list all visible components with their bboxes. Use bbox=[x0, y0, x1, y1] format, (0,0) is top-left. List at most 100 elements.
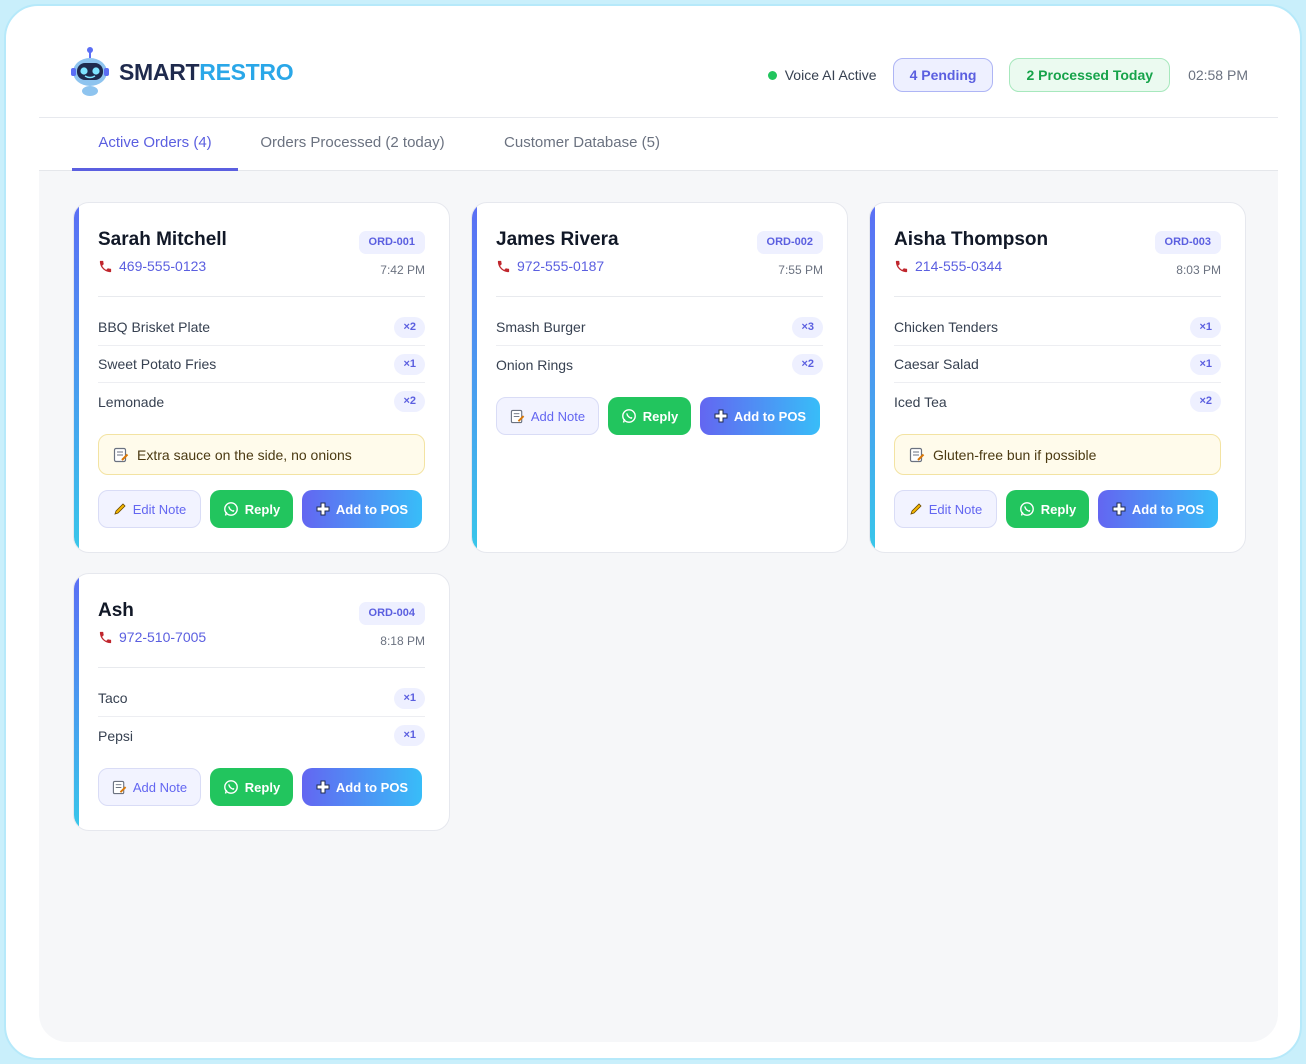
brand-name: SMARTRESTRO bbox=[119, 58, 294, 86]
item-qty: ×1 bbox=[1190, 316, 1221, 338]
edit-note-button[interactable]: Edit Note bbox=[98, 490, 201, 528]
top-header: SMARTRESTRO Voice AI Active 4 Pending 2 … bbox=[39, 26, 1278, 118]
item-qty: ×2 bbox=[394, 391, 425, 412]
plus-icon bbox=[714, 409, 728, 423]
current-time: 02:58 PM bbox=[1188, 67, 1248, 83]
plus-icon bbox=[1112, 502, 1126, 516]
order-items: Chicken Tenders ×1 Caesar Salad ×1 Iced Te… bbox=[894, 309, 1221, 420]
order-item: Sweet Potato Fries ×1 bbox=[98, 346, 425, 383]
note-icon bbox=[909, 447, 925, 463]
tab-bar: Active Orders (4) Orders Processed (2 to… bbox=[39, 118, 1278, 171]
order-card: Ash 972-510-7005 ORD-004 8:18 PM Taco ×1 … bbox=[73, 573, 450, 831]
item-qty: ×1 bbox=[394, 353, 425, 375]
item-name: Pepsi bbox=[98, 727, 134, 744]
app-window: SMARTRESTRO Voice AI Active 4 Pending 2 … bbox=[39, 26, 1278, 1042]
add-note-button[interactable]: Add Note bbox=[496, 397, 599, 435]
add-to-pos-button[interactable]: Add to POS bbox=[1098, 490, 1218, 528]
card-divider bbox=[98, 667, 425, 668]
order-items: BBQ Brisket Plate ×2 Sweet Potato Fries ×1… bbox=[98, 309, 425, 420]
item-name: Smash Burger bbox=[496, 319, 586, 335]
phone-number: 972-510-7005 bbox=[119, 629, 207, 645]
item-name: BBQ Brisket Plate bbox=[98, 319, 211, 335]
item-name: Chicken Tenders bbox=[894, 319, 999, 335]
whatsapp-icon bbox=[1019, 501, 1035, 517]
item-name: Caesar Salad bbox=[894, 356, 979, 372]
customer-phone[interactable]: 972-555-0187 bbox=[496, 258, 604, 274]
item-name: Sweet Potato Fries bbox=[98, 356, 217, 372]
customer-phone[interactable]: 214-555-0344 bbox=[894, 258, 1002, 274]
order-item: Lemonade ×2 bbox=[98, 383, 425, 420]
item-name: Iced Tea bbox=[894, 393, 947, 410]
order-item: Caesar Salad ×1 bbox=[894, 346, 1221, 383]
card-divider bbox=[496, 296, 823, 297]
item-qty: ×3 bbox=[792, 316, 823, 338]
note-icon bbox=[113, 447, 129, 463]
reply-button[interactable]: Reply bbox=[608, 397, 691, 435]
order-card: Aisha Thompson 214-555-0344 ORD-003 8:03… bbox=[869, 202, 1246, 553]
card-actions: Add Note Reply Add to POS bbox=[496, 397, 820, 435]
reply-label: Reply bbox=[244, 779, 281, 795]
customer-name: James Rivera bbox=[496, 229, 619, 250]
item-name: Lemonade bbox=[98, 393, 165, 410]
add-to-pos-label: Add to POS bbox=[733, 408, 807, 424]
phone-icon bbox=[496, 259, 511, 274]
customer-phone[interactable]: 469-555-0123 bbox=[98, 258, 206, 274]
card-divider bbox=[98, 296, 425, 297]
order-card: James Rivera 972-555-0187 ORD-002 7:55 P… bbox=[471, 202, 848, 553]
add-to-pos-button[interactable]: Add to POS bbox=[302, 768, 422, 806]
card-actions: Edit Note Reply Add to POS bbox=[98, 490, 422, 528]
tab-active-orders[interactable]: Active Orders (4) bbox=[72, 118, 238, 171]
item-qty: ×2 bbox=[792, 354, 823, 375]
edit-note-label: Edit Note bbox=[132, 501, 187, 517]
customer-name: Sarah Mitchell bbox=[98, 229, 227, 250]
order-note: Gluten-free bun if possible bbox=[894, 434, 1221, 475]
phone-icon bbox=[98, 630, 113, 645]
voice-ai-status: Voice AI Active bbox=[767, 67, 877, 83]
order-item: Smash Burger ×3 bbox=[496, 309, 823, 346]
order-time: 7:55 PM bbox=[778, 263, 823, 277]
order-item: BBQ Brisket Plate ×2 bbox=[98, 309, 425, 346]
add-note-button[interactable]: Add Note bbox=[98, 768, 201, 806]
reply-button[interactable]: Reply bbox=[210, 490, 293, 528]
brand-name-part1: SMART bbox=[119, 58, 200, 85]
item-name: Taco bbox=[98, 690, 128, 706]
item-qty: ×2 bbox=[394, 316, 425, 338]
reply-label: Reply bbox=[642, 408, 679, 424]
order-id-badge: ORD-004 bbox=[358, 602, 425, 625]
voice-ai-status-label: Voice AI Active bbox=[784, 67, 877, 83]
reply-label: Reply bbox=[1040, 501, 1077, 517]
tab-orders-processed[interactable]: Orders Processed (2 today) bbox=[251, 118, 454, 171]
customer-name: Ash bbox=[98, 600, 134, 621]
order-time: 8:03 PM bbox=[1176, 263, 1221, 277]
reply-button[interactable]: Reply bbox=[1006, 490, 1089, 528]
order-time: 8:18 PM bbox=[380, 634, 425, 648]
item-qty: ×1 bbox=[394, 725, 425, 746]
pencil-icon bbox=[113, 502, 127, 516]
order-item: Taco ×1 bbox=[98, 680, 425, 717]
tab-customer-database[interactable]: Customer Database (5) bbox=[489, 118, 675, 171]
phone-number: 972-555-0187 bbox=[517, 258, 605, 274]
card-divider bbox=[894, 296, 1221, 297]
item-qty: ×1 bbox=[1190, 353, 1221, 375]
order-item: Pepsi ×1 bbox=[98, 717, 425, 754]
edit-note-label: Edit Note bbox=[928, 501, 983, 517]
reply-button[interactable]: Reply bbox=[210, 768, 293, 806]
status-dot-icon bbox=[767, 70, 777, 80]
add-to-pos-button[interactable]: Add to POS bbox=[700, 397, 820, 435]
processed-today-badge[interactable]: 2 Processed Today bbox=[1009, 58, 1171, 92]
edit-note-button[interactable]: Edit Note bbox=[894, 490, 997, 528]
order-card: Sarah Mitchell 469-555-0123 ORD-001 7:42… bbox=[73, 202, 450, 553]
pencil-icon bbox=[909, 502, 923, 516]
brand-logo[interactable]: SMARTRESTRO bbox=[69, 46, 294, 98]
customer-phone[interactable]: 972-510-7005 bbox=[98, 629, 206, 645]
pending-badge[interactable]: 4 Pending bbox=[892, 58, 994, 92]
note-text: Gluten-free bun if possible bbox=[933, 446, 1097, 463]
plus-icon bbox=[316, 780, 330, 794]
order-note: Extra sauce on the side, no onions bbox=[98, 434, 425, 475]
order-id-badge: ORD-002 bbox=[756, 231, 823, 254]
note-icon bbox=[510, 409, 525, 424]
item-qty: ×1 bbox=[394, 687, 425, 709]
plus-icon bbox=[316, 502, 330, 516]
phone-icon bbox=[98, 259, 113, 274]
add-to-pos-button[interactable]: Add to POS bbox=[302, 490, 422, 528]
